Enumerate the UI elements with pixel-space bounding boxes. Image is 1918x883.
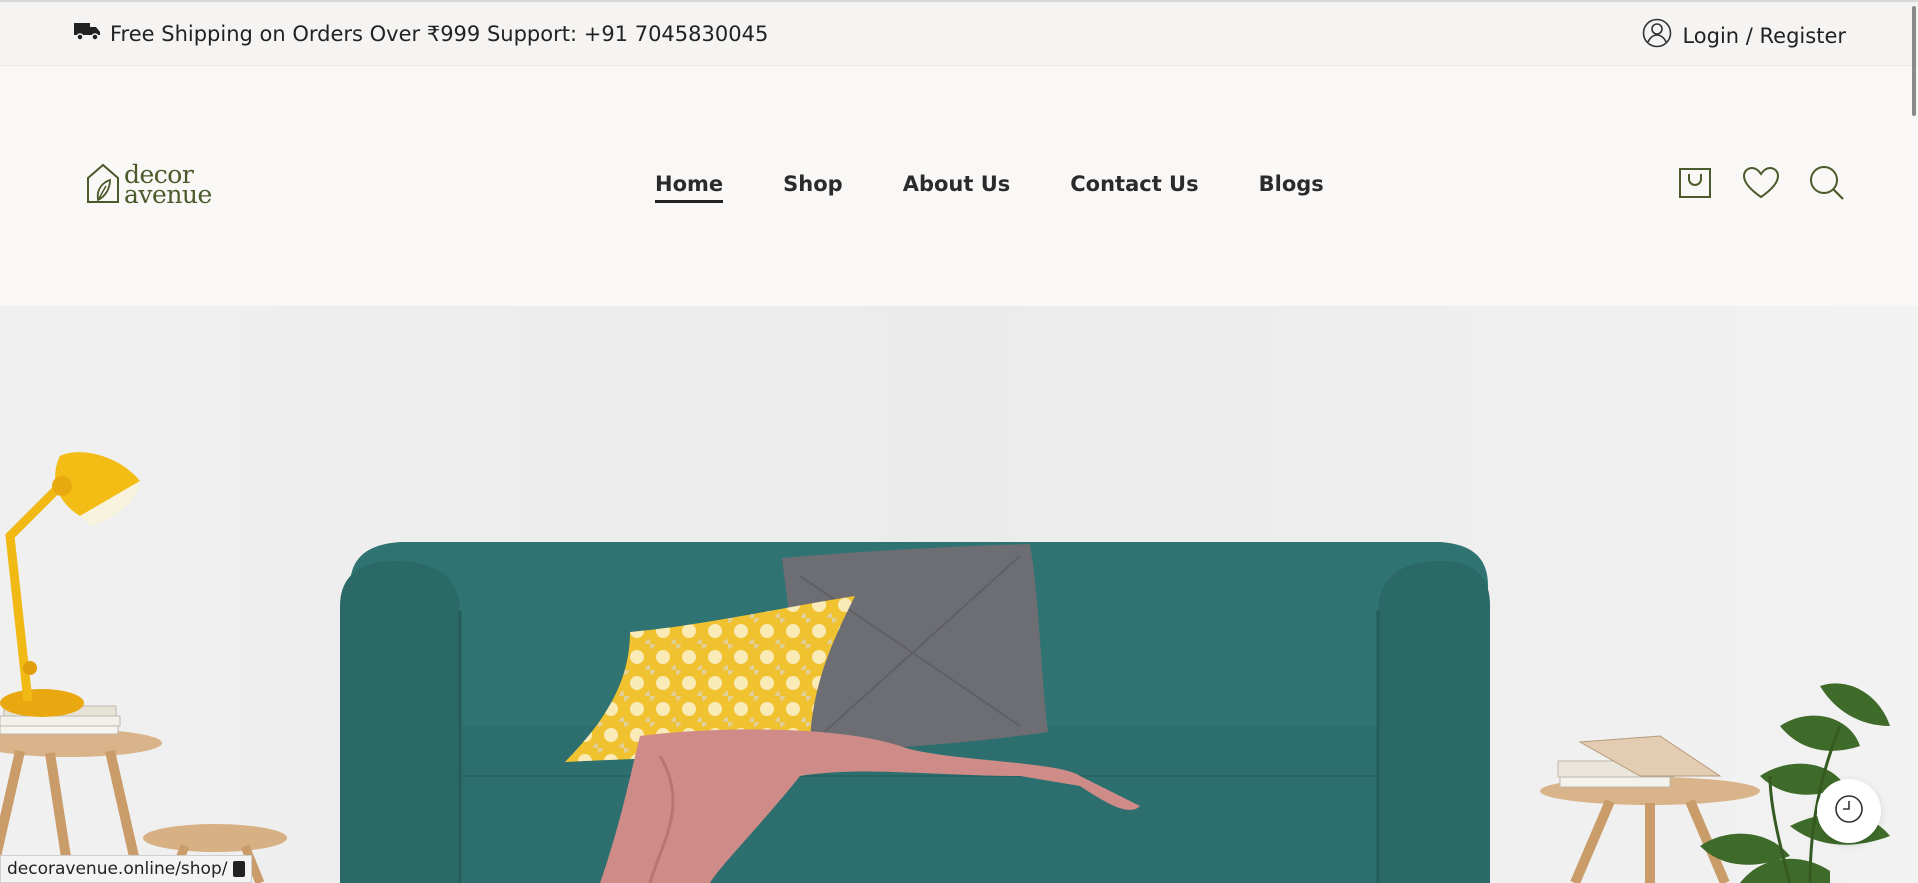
site-header: decor avenue Home Shop About Us Contact …	[0, 66, 1918, 306]
shipping-announcement: Free Shipping on Orders Over ₹999 Suppor…	[74, 20, 768, 47]
logo-text: decor avenue	[124, 162, 212, 209]
login-register-label: Login / Register	[1682, 23, 1846, 48]
status-indicator-icon	[233, 861, 246, 877]
top-bar: Free Shipping on Orders Over ₹999 Suppor…	[0, 0, 1918, 66]
nav-blogs[interactable]: Blogs	[1259, 172, 1324, 203]
main-nav: Home Shop About Us Contact Us Blogs	[655, 172, 1324, 203]
browser-status-bar: decoravenue.online/shop/	[0, 855, 253, 883]
nav-contact-us[interactable]: Contact Us	[1070, 172, 1198, 203]
status-url: decoravenue.online/shop/	[7, 859, 228, 879]
recently-viewed-button[interactable]	[1817, 779, 1881, 843]
wishlist-button[interactable]	[1742, 166, 1780, 204]
login-register-link[interactable]: Login / Register	[1642, 18, 1846, 53]
house-leaf-icon	[86, 162, 120, 208]
nav-shop[interactable]: Shop	[783, 172, 843, 203]
history-icon	[1833, 793, 1865, 829]
truck-icon	[74, 20, 102, 47]
heart-icon	[1742, 166, 1780, 204]
logo-line-2: avenue	[124, 180, 212, 209]
announcement-text: Free Shipping on Orders Over ₹999 Suppor…	[110, 21, 769, 46]
nav-home[interactable]: Home	[655, 172, 724, 203]
nav-about-us[interactable]: About Us	[903, 172, 1011, 203]
user-icon	[1642, 18, 1672, 53]
header-actions	[1676, 166, 1846, 204]
page-scrollbar[interactable]	[1912, 6, 1916, 116]
search-icon	[1808, 164, 1846, 206]
search-button[interactable]	[1808, 166, 1846, 204]
bag-icon	[1678, 166, 1712, 204]
hero-image	[0, 306, 1918, 883]
cart-button[interactable]	[1676, 166, 1714, 204]
hero-banner	[0, 306, 1918, 883]
site-logo[interactable]: decor avenue	[86, 162, 212, 208]
